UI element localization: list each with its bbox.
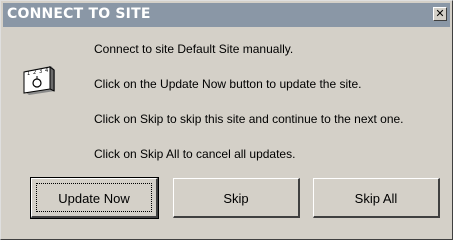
update-now-button[interactable]: Update Now: [30, 177, 159, 219]
dial-digit: 1: [27, 71, 30, 77]
skip-all-label: Skip All: [354, 191, 398, 206]
dial-digit: 4: [45, 68, 48, 74]
close-icon: ✕: [435, 7, 445, 20]
message-connect: Connect to site Default Site manually.: [94, 42, 294, 56]
dial-digit: 3: [39, 69, 42, 75]
update-now-label: Update Now: [58, 191, 130, 206]
title-bar: CONNECT TO SITE ✕: [3, 3, 450, 27]
skip-label: Skip: [223, 191, 249, 206]
close-button[interactable]: ✕: [433, 7, 447, 21]
connect-to-site-dialog: CONNECT TO SITE ✕ 1 2 3 4 Connect to sit…: [0, 0, 453, 240]
dialog-title: CONNECT TO SITE: [7, 6, 151, 22]
skip-all-button[interactable]: Skip All: [313, 178, 440, 218]
dial-digit: 2: [33, 70, 36, 76]
phone-dial-icon: 1 2 3 4: [21, 63, 59, 97]
message-update-now: Click on the Update Now button to update…: [94, 77, 362, 91]
message-skip-all: Click on Skip All to cancel all updates.: [94, 147, 296, 161]
message-skip: Click on Skip to skip this site and cont…: [94, 112, 404, 126]
skip-button[interactable]: Skip: [173, 178, 300, 218]
